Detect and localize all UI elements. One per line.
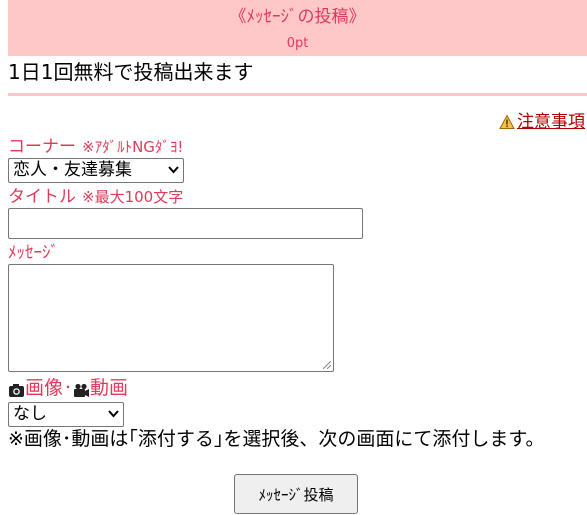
divider: [8, 93, 587, 96]
media-separator: ･: [64, 378, 73, 397]
notice: 注意事項: [499, 111, 585, 133]
points-display: 0pt: [286, 36, 309, 51]
media-note: ※画像･動画は｢添付する｣を選択後、次の画面にて添付します。: [8, 428, 545, 450]
corner-label-text: コーナー: [8, 137, 76, 157]
page-title: 《ﾒｯｾｰｼﾞの投稿》: [229, 7, 366, 27]
chevron-down-icon: [168, 159, 179, 182]
video-label: 動画: [90, 377, 129, 399]
title-note: ※最大100文字: [82, 188, 184, 206]
intro-text: 1日1回無料で投稿出来ます: [8, 60, 254, 84]
corner-select-value: 恋人・友達募集: [13, 160, 132, 180]
message-textarea[interactable]: [8, 264, 334, 372]
resize-grip-icon[interactable]: [323, 361, 331, 369]
warning-icon: [499, 114, 515, 130]
corner-note: ※ｱﾀﾞﾙﾄNGﾀﾞﾖ!: [82, 138, 184, 156]
corner-select[interactable]: 恋人・友達募集: [8, 158, 184, 183]
title-label: タイトル ※最大100文字: [8, 187, 183, 207]
submit-button[interactable]: ﾒｯｾｰｼﾞ投稿: [234, 474, 358, 514]
video-camera-icon: [73, 381, 90, 397]
notice-link[interactable]: 注意事項: [517, 111, 585, 133]
page-header: 《ﾒｯｾｰｼﾞの投稿》 0pt: [8, 0, 587, 56]
title-input[interactable]: [8, 208, 363, 239]
chevron-down-icon: [108, 403, 119, 426]
title-label-text: タイトル: [8, 187, 76, 207]
corner-label: コーナー ※ｱﾀﾞﾙﾄNGﾀﾞﾖ!: [8, 137, 183, 157]
image-label: 画像: [25, 377, 64, 399]
media-label: 画像 ･ 動画: [8, 377, 128, 399]
message-label: ﾒｯｾｰｼﾞ: [8, 243, 59, 263]
media-select-value: なし: [13, 404, 47, 424]
media-select[interactable]: なし: [8, 402, 124, 427]
camera-icon: [8, 381, 25, 397]
